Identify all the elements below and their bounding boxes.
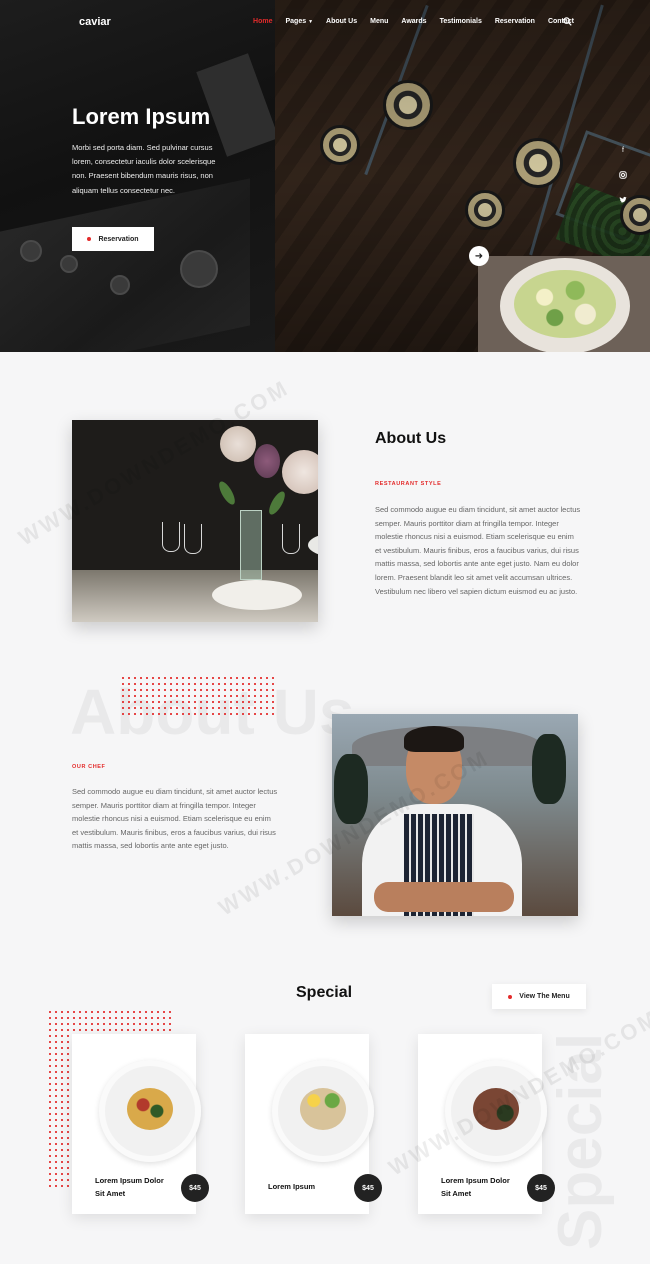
price-badge: $45 xyxy=(181,1174,209,1202)
dish-name: Lorem Ipsum Dolor Sit Amet xyxy=(95,1176,164,1198)
nav-item-about-us[interactable]: About Us xyxy=(326,18,357,25)
view-menu-button-label: View The Menu xyxy=(519,993,570,1000)
price-badge: $45 xyxy=(354,1174,382,1202)
dish-name: Lorem Ipsum Dolor Sit Amet xyxy=(441,1176,510,1198)
about-title: About Us xyxy=(375,430,447,447)
twitter-icon[interactable] xyxy=(619,196,627,204)
caret-down-icon: ▼ xyxy=(308,19,314,25)
special-card[interactable]: Lorem Ipsum Dolor Sit Amet $45 xyxy=(72,1034,209,1214)
instagram-icon[interactable] xyxy=(619,171,627,179)
reservation-button-label: Reservation xyxy=(98,235,139,243)
reservation-button[interactable]: Reservation xyxy=(72,227,154,251)
red-dot-icon xyxy=(508,994,513,999)
top-navbar: caviar Home Pages ▼ About Us Menu Awards… xyxy=(0,0,650,46)
nav-item-awards[interactable]: Awards xyxy=(401,18,426,25)
special-title: Special xyxy=(296,984,353,1001)
chef-description: Sed commodo augue eu diam tincidunt, sit… xyxy=(72,787,278,851)
about-description: Sed commodo augue eu diam tincidunt, sit… xyxy=(375,505,581,596)
about-kicker: RESTAURANT STYLE xyxy=(375,481,442,487)
main-menu: Home Pages ▼ About Us Menu Awards Testim… xyxy=(253,18,574,25)
hero-section: caviar Home Pages ▼ About Us Menu Awards… xyxy=(0,0,650,352)
facebook-icon[interactable]: f xyxy=(619,147,627,155)
hero-description: Morbi sed porta diam. Sed pulvinar cursu… xyxy=(72,143,216,195)
hero-title: Lorem Ipsum xyxy=(72,104,211,129)
nav-item-pages-label: Pages xyxy=(285,18,307,25)
search-icon[interactable] xyxy=(563,17,572,26)
view-menu-button[interactable]: View The Menu xyxy=(492,984,586,1009)
nav-item-home[interactable]: Home xyxy=(253,18,272,25)
next-slide-button[interactable]: ➜ xyxy=(469,246,489,266)
hero-image-salad xyxy=(478,256,650,352)
logo[interactable]: caviar xyxy=(79,16,111,28)
red-dot-icon xyxy=(87,237,92,241)
arrow-right-icon: ➜ xyxy=(474,250,484,262)
price-badge: $45 xyxy=(527,1174,555,1202)
chef-kicker: OUR CHEF xyxy=(72,764,106,770)
dot-pattern xyxy=(120,675,278,719)
dish-image xyxy=(99,1060,201,1162)
nav-item-testimonials[interactable]: Testimonials xyxy=(440,18,482,25)
dish-image xyxy=(272,1060,374,1162)
nav-item-pages[interactable]: Pages ▼ xyxy=(285,18,313,25)
nav-item-reservation[interactable]: Reservation xyxy=(495,18,535,25)
dish-name: Lorem Ipsum xyxy=(268,1182,316,1191)
special-card[interactable]: Lorem Ipsum $45 xyxy=(245,1034,382,1214)
nav-item-menu[interactable]: Menu xyxy=(370,18,388,25)
